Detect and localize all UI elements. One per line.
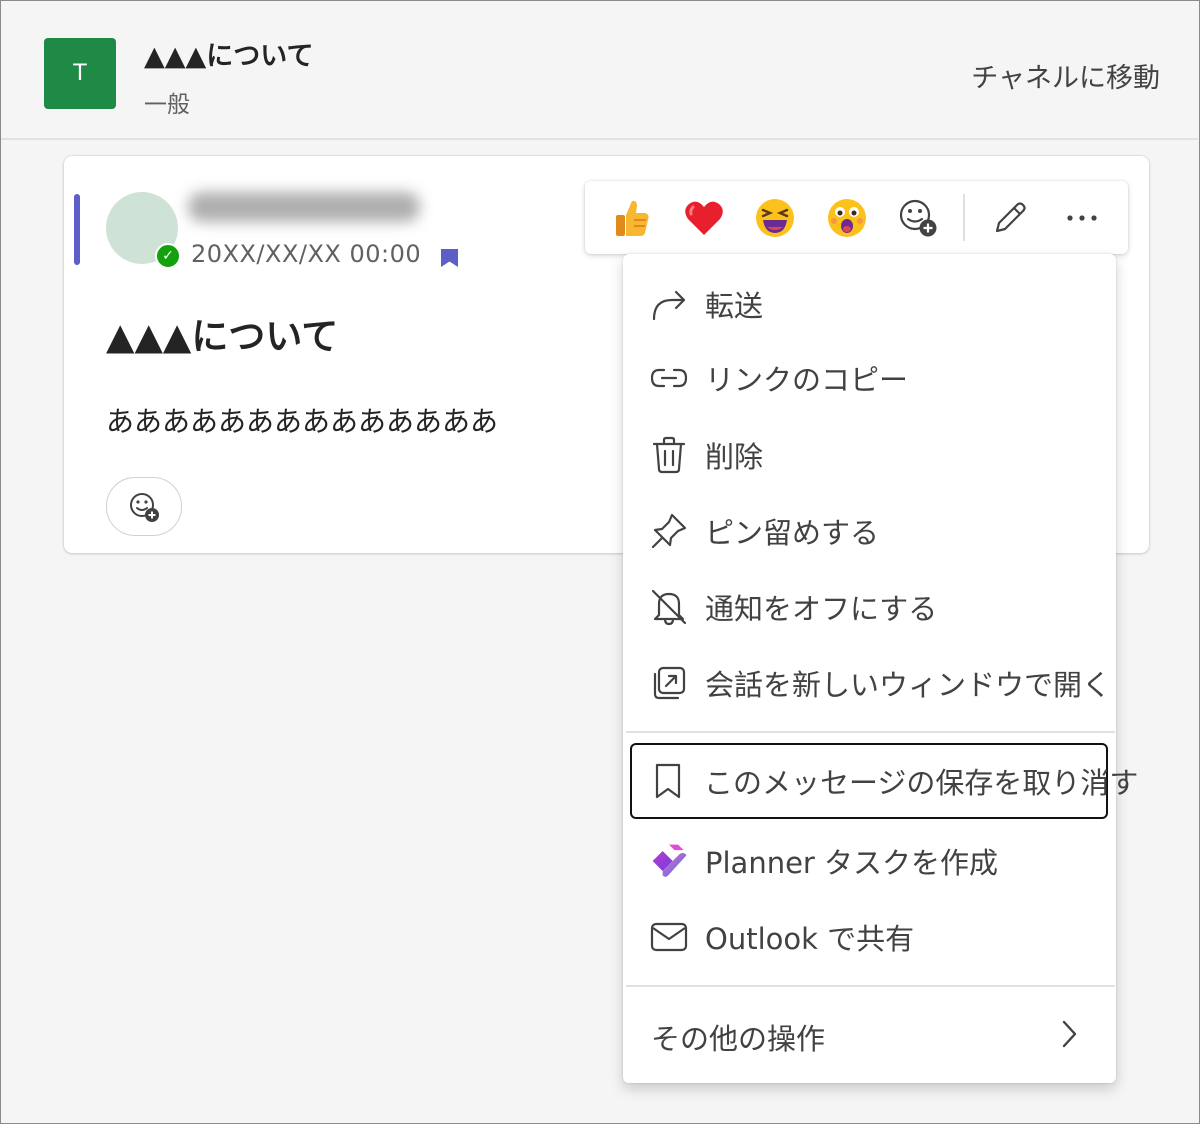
menu-item-forward[interactable]: 転送 (633, 271, 1109, 337)
menu-item-label: その他の操作 (651, 1022, 826, 1056)
laughing-emoji-icon (756, 199, 794, 237)
trash-icon (652, 436, 686, 474)
planner-icon (652, 844, 687, 877)
menu-item-label: このメッセージの保存を取り消す (704, 766, 1139, 800)
mail-icon (650, 922, 688, 952)
menu-item-label: ピン留めする (705, 516, 880, 550)
thumbs-up-reaction-button[interactable] (605, 191, 659, 245)
menu-item-copy-link[interactable]: リンクのコピー (633, 345, 1109, 411)
menu-item-label: 削除 (705, 440, 764, 474)
link-icon (650, 368, 688, 388)
open-new-window-icon (653, 666, 686, 700)
heart-emoji-icon (685, 201, 723, 235)
chevron-right-icon (1062, 1020, 1077, 1048)
message-body: ああああああああああああああ (106, 405, 499, 438)
menu-divider (626, 985, 1115, 987)
thread-header: T ▲▲▲について 一般 チャネルに移動 (1, 1, 1198, 140)
menu-item-label: Outlook で共有 (705, 922, 915, 956)
edit-pencil-icon (995, 202, 1026, 233)
message-options-menu: 転送 リンクのコピー 削除 ピン留めする 通知をオフにする 会話を新しいウィンド… (623, 254, 1138, 1083)
thumbs-up-emoji-icon (616, 200, 649, 236)
menu-item-mute-notifications[interactable]: 通知をオフにする (633, 574, 1109, 640)
bell-off-icon (651, 589, 687, 626)
saved-accent-bar (74, 194, 80, 265)
reaction-toolbar (585, 181, 1128, 254)
go-to-channel-link[interactable]: チャネルに移動 (971, 56, 1160, 95)
message-title: ▲▲▲について (106, 315, 339, 358)
presence-available-icon: ✓ (155, 243, 181, 269)
toolbar-divider (963, 194, 965, 241)
menu-item-label: 会話を新しいウィンドウで開く (705, 668, 1112, 702)
edit-button[interactable] (983, 191, 1037, 245)
bookmark-icon (655, 763, 681, 799)
team-avatar: T (44, 38, 116, 109)
add-reaction-icon (130, 492, 159, 522)
channel-name: 一般 (144, 92, 190, 118)
surprised-reaction-button[interactable] (820, 191, 874, 245)
message-timestamp: 20XX/XX/XX 00:00 (191, 240, 422, 268)
thread-title: ▲▲▲について (144, 41, 314, 72)
menu-item-more-actions[interactable]: その他の操作 (633, 1004, 1109, 1070)
menu-item-label: 転送 (705, 289, 764, 323)
menu-item-delete[interactable]: 削除 (633, 422, 1109, 488)
saved-bookmark-icon (441, 249, 458, 267)
more-reactions-button[interactable] (891, 191, 945, 245)
menu-item-label: リンクのコピー (705, 363, 909, 397)
pin-icon (651, 513, 687, 549)
menu-item-open-new-window[interactable]: 会話を新しいウィンドウで開く (633, 650, 1112, 716)
menu-item-share-outlook[interactable]: Outlook で共有 (633, 904, 1109, 970)
add-reaction-icon (899, 199, 937, 237)
add-reaction-button[interactable] (106, 477, 182, 536)
surprised-emoji-icon (828, 199, 866, 237)
menu-item-label: 通知をオフにする (705, 592, 938, 626)
more-options-button[interactable] (1055, 191, 1109, 245)
forward-arrow-icon (652, 290, 686, 321)
menu-item-label: Planner タスクを作成 (705, 846, 999, 880)
laughing-reaction-button[interactable] (748, 191, 802, 245)
menu-divider (626, 731, 1115, 733)
menu-item-create-planner-task[interactable]: Planner タスクを作成 (633, 828, 1109, 894)
heart-reaction-button[interactable] (677, 191, 731, 245)
author-name-redacted (188, 192, 420, 222)
menu-item-unsave-message[interactable]: このメッセージの保存を取り消す (630, 743, 1138, 819)
menu-item-pin[interactable]: ピン留めする (633, 498, 1109, 564)
more-options-icon (1067, 215, 1097, 221)
